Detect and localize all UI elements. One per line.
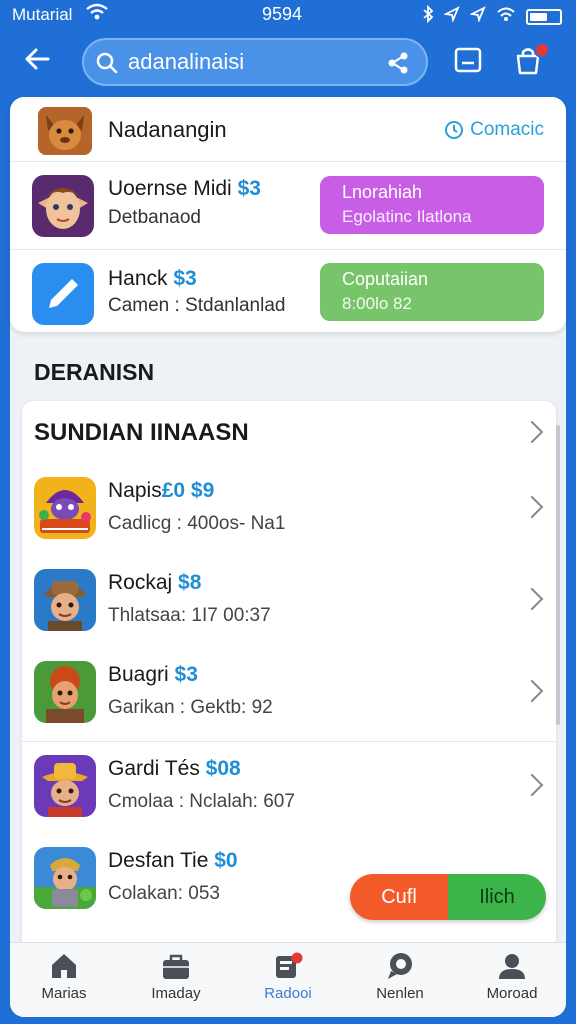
share-icon[interactable] xyxy=(386,51,410,80)
signal-icon xyxy=(496,6,516,27)
item-price: $8 xyxy=(178,571,202,594)
item-name: Buagri $3 xyxy=(108,663,198,686)
main-sheet: Nadanangin Comacic Uoernse Midi $3 Detba… xyxy=(10,97,566,1017)
search-bar[interactable] xyxy=(82,38,428,86)
featured-card: Nadanangin Comacic Uoernse Midi $3 Detba… xyxy=(10,97,566,332)
profile-icon xyxy=(499,954,525,979)
item-name: Rockaj $8 xyxy=(108,571,202,594)
item-price: $0 xyxy=(214,849,238,872)
item-price: $08 xyxy=(205,757,241,780)
tab-label: Imaday xyxy=(151,985,201,1002)
navigation-icon xyxy=(469,6,486,27)
item-subtitle: Garikan : Gektb: 92 xyxy=(108,697,273,718)
notification-icon xyxy=(276,952,303,978)
search-input[interactable] xyxy=(128,48,378,76)
list-header[interactable]: SUNDIAN IINAASN xyxy=(22,401,556,463)
split-right-button[interactable]: Ilich xyxy=(448,874,546,920)
briefcase-icon xyxy=(163,954,189,979)
tab-home[interactable]: Marias xyxy=(14,951,114,1013)
chevron-right-icon xyxy=(520,679,544,703)
game-list-card: SUNDIAN IINAASN Napis£0 $9 Cadlicg : 400… xyxy=(22,401,556,961)
game-icon-knight xyxy=(34,847,96,909)
wifi-icon xyxy=(86,3,108,26)
location-icon xyxy=(443,6,460,27)
bottom-tab-bar: Marias Imaday Radooi Nenlen Moroad xyxy=(10,942,566,1017)
item-subtitle: Colakan: 053 xyxy=(108,883,220,904)
clock-icon xyxy=(445,121,464,139)
offer-subtitle: Camen : Stdanlanlad xyxy=(108,295,286,316)
document-icon xyxy=(454,47,482,73)
split-left-button[interactable]: Cufl xyxy=(350,874,448,920)
tab-label: Moroad xyxy=(486,985,538,1002)
avatar xyxy=(38,107,92,155)
list-item[interactable]: Napis£0 $9 Cadlicg : 400os- Na1 xyxy=(22,463,556,555)
item-name: Napis£0 $9 xyxy=(108,479,215,502)
game-icon-cowboy xyxy=(34,755,96,817)
item-name: Gardi Tés $08 xyxy=(108,757,241,780)
tab-label: Radooi xyxy=(264,985,312,1002)
chevron-right-icon xyxy=(520,773,544,797)
offer-subtitle: Detbanaod xyxy=(108,207,201,228)
contact-link[interactable]: Comacic xyxy=(444,119,544,141)
item-subtitle: Cadlicg : 400os- Na1 xyxy=(108,513,286,534)
back-button[interactable] xyxy=(22,44,58,80)
item-subtitle: Cmolaa : Nclalah: 607 xyxy=(108,791,295,812)
chat-icon xyxy=(388,953,412,979)
contact-label: Comacic xyxy=(470,119,544,140)
chevron-right-icon xyxy=(520,587,544,611)
offer-button-sublabel: Egolatinc Ilatlona xyxy=(342,207,472,226)
featured-title: Nadanangin xyxy=(108,117,227,142)
split-action-button: Cufl Ilich xyxy=(350,874,546,920)
item-subtitle: Thlatsaa: 1I7 00:37 xyxy=(108,605,271,626)
offer-action-button[interactable]: Coputaiian 8:00lo 82 xyxy=(320,263,544,321)
offer-button-sublabel: 8:00lo 82 xyxy=(342,294,412,313)
carrier-label: Mutarial xyxy=(12,5,73,24)
scrollbar[interactable] xyxy=(556,425,560,725)
battery-icon xyxy=(526,8,562,25)
list-item[interactable]: Rockaj $8 Thlatsaa: 1I7 00:37 xyxy=(22,555,556,647)
tab-label: Marias xyxy=(41,985,87,1002)
notification-badge xyxy=(534,42,550,58)
cart-button[interactable] xyxy=(512,42,550,80)
offer-price: $3 xyxy=(173,267,197,290)
item-price: £0 $9 xyxy=(161,479,215,502)
divider xyxy=(10,161,566,162)
tab-label: Nenlen xyxy=(376,985,424,1002)
chevron-right-icon xyxy=(520,420,544,444)
tab-briefcase[interactable]: Imaday xyxy=(126,951,226,1013)
offer-action-button[interactable]: Lnorahiah Egolatinc Ilatlona xyxy=(320,176,544,234)
search-icon xyxy=(96,52,118,79)
game-icon-elf xyxy=(32,175,94,237)
chevron-right-icon xyxy=(520,495,544,519)
offer-name: Hanck $3 xyxy=(108,267,197,290)
list-title: SUNDIAN IINAASN xyxy=(34,419,249,446)
offer-button-label: Coputaiian xyxy=(342,269,429,289)
divider xyxy=(10,249,566,250)
game-icon-warrior xyxy=(34,661,96,723)
top-bar xyxy=(0,34,576,90)
home-icon xyxy=(52,954,76,978)
offer-price: $3 xyxy=(237,177,261,200)
offer-button-label: Lnorahiah xyxy=(342,182,423,202)
bluetooth-icon xyxy=(422,4,434,28)
list-item[interactable]: Buagri $3 Garikan : Gektb: 92 xyxy=(22,647,556,739)
game-icon-wizard xyxy=(34,477,96,539)
clock: 9594 xyxy=(262,4,303,24)
back-arrow-icon xyxy=(25,48,50,70)
tab-notifications[interactable]: Radooi xyxy=(238,951,338,1013)
game-icon-explorer xyxy=(34,569,96,631)
tab-profile[interactable]: Moroad xyxy=(462,951,562,1013)
tab-chat[interactable]: Nenlen xyxy=(350,951,450,1013)
pencil-app-icon xyxy=(32,263,94,325)
item-price: $3 xyxy=(174,663,198,686)
status-bar: Mutarial 9594 xyxy=(0,0,576,30)
document-button[interactable] xyxy=(452,44,488,80)
item-name: Desfan Tie $0 xyxy=(108,849,238,872)
section-label: DERANISN xyxy=(34,359,155,385)
offer-name: Uoernse Midi $3 xyxy=(108,177,261,200)
list-item[interactable]: Gardi Tés $08 Cmolaa : Nclalah: 607 xyxy=(22,741,556,833)
